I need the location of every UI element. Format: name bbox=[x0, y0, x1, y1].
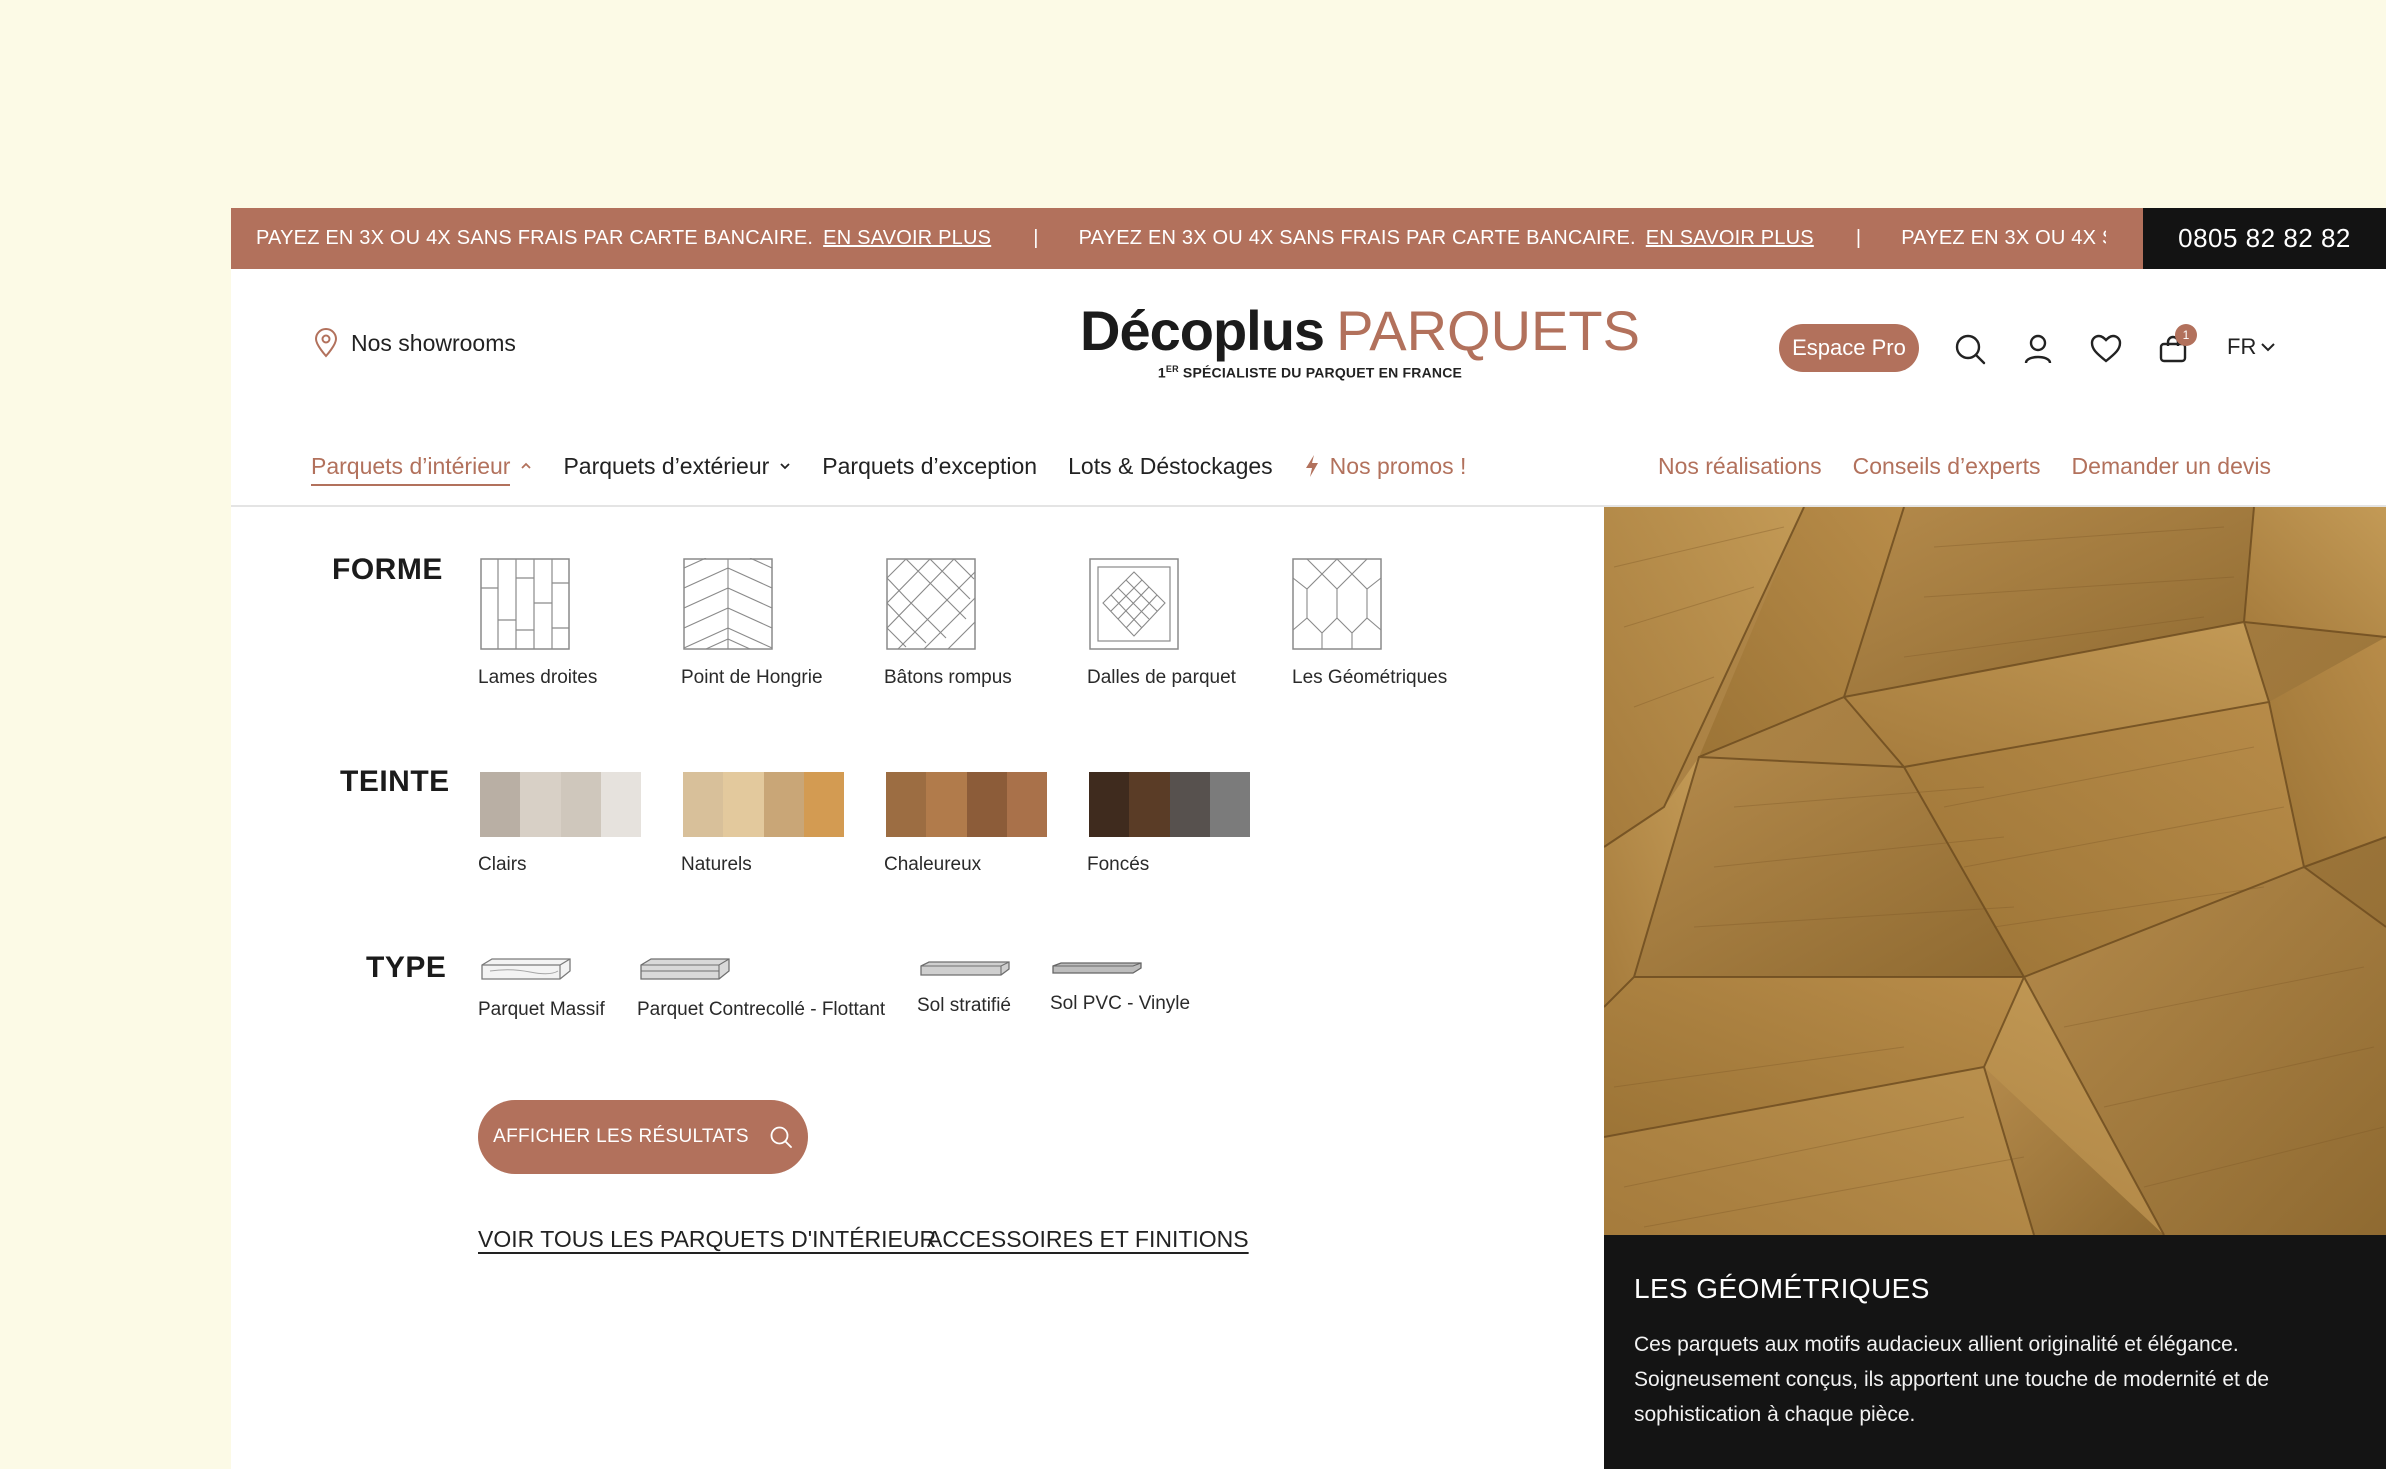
show-results-label: AFFICHER LES RÉSULTATS bbox=[493, 1126, 749, 1147]
phone-number[interactable]: 0805 82 82 82 bbox=[2143, 208, 2386, 269]
wishlist-heart-icon[interactable] bbox=[2089, 332, 2123, 366]
search-icon bbox=[770, 1126, 792, 1148]
promo-text: PAYEZ EN 3X OU 4X SANS FRAIS PAR CARTE B… bbox=[256, 227, 814, 249]
chevron-down-icon bbox=[2261, 343, 2276, 352]
forme-section-title: FORME bbox=[332, 553, 443, 586]
swatch-naturels[interactable] bbox=[683, 772, 844, 837]
forme-option-label[interactable]: Les Géométriques bbox=[1292, 667, 1447, 689]
nav-item-parquets-exception[interactable]: Parquets d’exception bbox=[822, 453, 1037, 480]
promo-marquee: PAYEZ EN 3X OU 4X SANS FRAIS PAR CARTE B… bbox=[256, 208, 2106, 269]
nav-item-label: Parquets d’intérieur bbox=[311, 453, 511, 486]
swatch-clairs[interactable] bbox=[480, 772, 641, 837]
teinte-option-label[interactable]: Naturels bbox=[681, 854, 752, 876]
promo-text: PAYEZ EN 3X OU 4X SANS FRAIS PAR CARTE B… bbox=[1078, 227, 1636, 249]
promo-learn-more-link[interactable]: EN SAVOIR PLUS bbox=[823, 227, 991, 250]
promo-bar: PAYEZ EN 3X OU 4X SANS FRAIS PAR CARTE B… bbox=[231, 208, 2386, 269]
site-logo[interactable]: Décoplus PARQUETS 1ER SPÉCIALISTE DU PARQ… bbox=[1080, 299, 1640, 381]
type-option-label[interactable]: Parquet Contrecollé - Flottant bbox=[637, 999, 885, 1021]
nav-item-parquets-interieur[interactable]: Parquets d’intérieur bbox=[311, 447, 532, 486]
teinte-option-label[interactable]: Foncés bbox=[1087, 854, 1149, 876]
type-section-title: TYPE bbox=[366, 951, 447, 984]
forme-option-label[interactable]: Bâtons rompus bbox=[884, 667, 1012, 689]
show-results-button[interactable]: AFFICHER LES RÉSULTATS bbox=[478, 1100, 808, 1174]
language-selector[interactable]: FR bbox=[2227, 334, 2276, 360]
swatch-fonces[interactable] bbox=[1089, 772, 1250, 837]
type-option-label[interactable]: Sol stratifié bbox=[917, 995, 1011, 1017]
nav-devis-link[interactable]: Demander un devis bbox=[2072, 453, 2271, 480]
featured-parquet-image[interactable] bbox=[1604, 507, 2386, 1235]
cart-count-badge: 1 bbox=[2175, 324, 2197, 346]
language-label: FR bbox=[2227, 334, 2257, 359]
promo-learn-more-link[interactable]: EN SAVOIR PLUS bbox=[1646, 227, 1814, 250]
geometric-parquet-photo bbox=[1604, 507, 2386, 1235]
teinte-option-label[interactable]: Clairs bbox=[478, 854, 527, 876]
location-pin-icon bbox=[314, 328, 338, 358]
website-frame: PAYEZ EN 3X OU 4X SANS FRAIS PAR CARTE B… bbox=[231, 208, 2386, 1469]
nav-conseils-link[interactable]: Conseils d’experts bbox=[1853, 453, 2041, 480]
herringbone-pattern-icon[interactable] bbox=[886, 558, 976, 650]
vinyl-plank-icon[interactable] bbox=[1051, 961, 1143, 975]
type-option-label[interactable]: Sol PVC - Vinyle bbox=[1050, 993, 1190, 1015]
chevron-down-icon bbox=[780, 463, 790, 470]
main-nav: Parquets d’intérieur Parquets d’extérieu… bbox=[311, 444, 1497, 488]
nav-item-lots-destockages[interactable]: Lots & Déstockages bbox=[1068, 453, 1273, 480]
logo-tagline: 1ER SPÉCIALISTE DU PARQUET EN FRANCE bbox=[1157, 364, 1463, 381]
featured-card: LES GÉOMÉTRIQUES Ces parquets aux motifs… bbox=[1604, 1235, 2386, 1469]
logo-brand: Décoplus bbox=[1080, 299, 1325, 362]
nav-item-parquets-exterieur[interactable]: Parquets d’extérieur bbox=[563, 453, 791, 480]
chevron-pattern-icon[interactable] bbox=[683, 558, 773, 650]
espace-pro-button[interactable]: Espace Pro bbox=[1779, 324, 1919, 372]
accessories-link[interactable]: ACCESSOIRES ET FINITIONS bbox=[927, 1226, 1249, 1253]
parquet-tile-icon[interactable] bbox=[1089, 558, 1179, 650]
geometric-pattern-icon[interactable] bbox=[1292, 558, 1382, 650]
search-icon[interactable] bbox=[1953, 332, 1987, 366]
nav-item-label: Parquets d’exception bbox=[822, 452, 1038, 479]
teinte-option-label[interactable]: Chaleureux bbox=[884, 854, 981, 876]
forme-option-label[interactable]: Lames droites bbox=[478, 667, 597, 689]
type-option-label[interactable]: Parquet Massif bbox=[478, 999, 605, 1021]
promo-separator: | bbox=[1033, 227, 1039, 249]
straight-planks-icon[interactable] bbox=[480, 558, 570, 650]
swatch-chaleureux[interactable] bbox=[886, 772, 1047, 837]
featured-description: Ces parquets aux motifs audacieux allien… bbox=[1634, 1333, 2270, 1426]
nav-item-promos[interactable]: Nos promos ! bbox=[1304, 452, 1467, 480]
nav-item-label: Lots & Déstockages bbox=[1068, 452, 1273, 479]
promo-separator: | bbox=[1855, 227, 1862, 249]
lightning-bolt-icon bbox=[1305, 455, 1318, 477]
forme-option-label[interactable]: Dalles de parquet bbox=[1087, 667, 1236, 689]
nav-item-label: Nos promos ! bbox=[1329, 452, 1467, 479]
solid-plank-icon[interactable] bbox=[480, 957, 572, 983]
chevron-up-icon bbox=[521, 462, 532, 469]
logo-accent: PARQUETS bbox=[1336, 299, 1640, 362]
nav-item-label: Parquets d’extérieur bbox=[563, 452, 770, 479]
secondary-nav: Nos réalisations Conseils d’experts Dema… bbox=[1658, 444, 2271, 488]
user-account-icon[interactable] bbox=[2021, 332, 2055, 366]
featured-title: LES GÉOMÉTRIQUES bbox=[1634, 1273, 1930, 1304]
showrooms-link[interactable]: Nos showrooms bbox=[313, 328, 516, 358]
showrooms-label: Nos showrooms bbox=[351, 329, 516, 356]
engineered-plank-icon[interactable] bbox=[639, 957, 731, 983]
view-all-interior-link[interactable]: VOIR TOUS LES PARQUETS D'INTÉRIEUR bbox=[478, 1226, 936, 1253]
laminate-plank-icon[interactable] bbox=[919, 960, 1011, 978]
nav-realisations-link[interactable]: Nos réalisations bbox=[1658, 453, 1822, 480]
promo-text-truncated: PAYEZ EN 3X OU 4X SANS FRAIS PAR C bbox=[1901, 227, 2106, 249]
teinte-section-title: TEINTE bbox=[340, 765, 450, 798]
forme-option-label[interactable]: Point de Hongrie bbox=[681, 667, 823, 689]
